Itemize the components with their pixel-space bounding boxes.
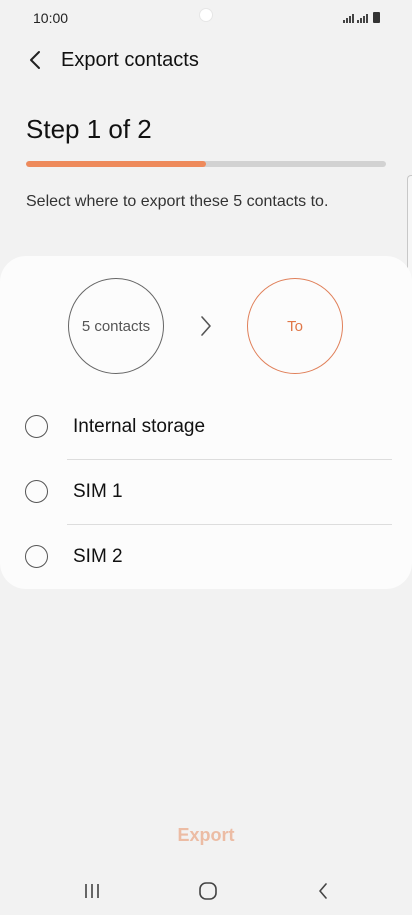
back-nav-button[interactable] [303,876,343,906]
status-icons [343,11,380,23]
recents-button[interactable] [72,876,112,906]
status-bar: 10:00 [0,0,412,36]
navigation-bar [0,868,412,915]
battery-icon [373,12,380,23]
radio-button[interactable] [25,545,48,568]
chevron-right-icon [201,316,211,336]
export-target-card: 5 contacts To Internal storage SIM 1 SIM… [0,256,412,589]
option-label: Internal storage [73,416,206,437]
app-header: Export contacts [0,40,412,80]
progress-fill [26,161,206,167]
back-icon [319,883,327,899]
option-internal-storage[interactable]: Internal storage [0,395,412,459]
export-button[interactable]: Export [156,818,256,852]
instruction-text: Select where to export these 5 contacts … [26,193,329,210]
destination-label: To [287,317,303,335]
progress-bar [26,161,386,167]
option-sim-2[interactable]: SIM 2 [0,525,412,589]
source-circle: 5 contacts [68,278,164,374]
home-button[interactable] [188,876,228,906]
radio-button[interactable] [25,415,48,438]
chevron-left-icon [30,51,40,69]
source-label: 5 contacts [81,317,151,335]
radio-button[interactable] [25,480,48,503]
home-icon [199,882,217,900]
signal-icon [357,13,368,23]
option-label: SIM 1 [73,481,123,502]
status-time: 10:00 [33,10,69,26]
back-button[interactable] [20,44,50,76]
page-title: Export contacts [61,49,199,71]
option-label: SIM 2 [73,546,123,567]
signal-icon [343,13,354,23]
recents-icon [85,884,99,898]
option-sim-1[interactable]: SIM 1 [0,460,412,524]
camera-cutout [199,8,213,22]
destination-circle: To [247,278,343,374]
step-title: Step 1 of 2 [26,114,152,144]
